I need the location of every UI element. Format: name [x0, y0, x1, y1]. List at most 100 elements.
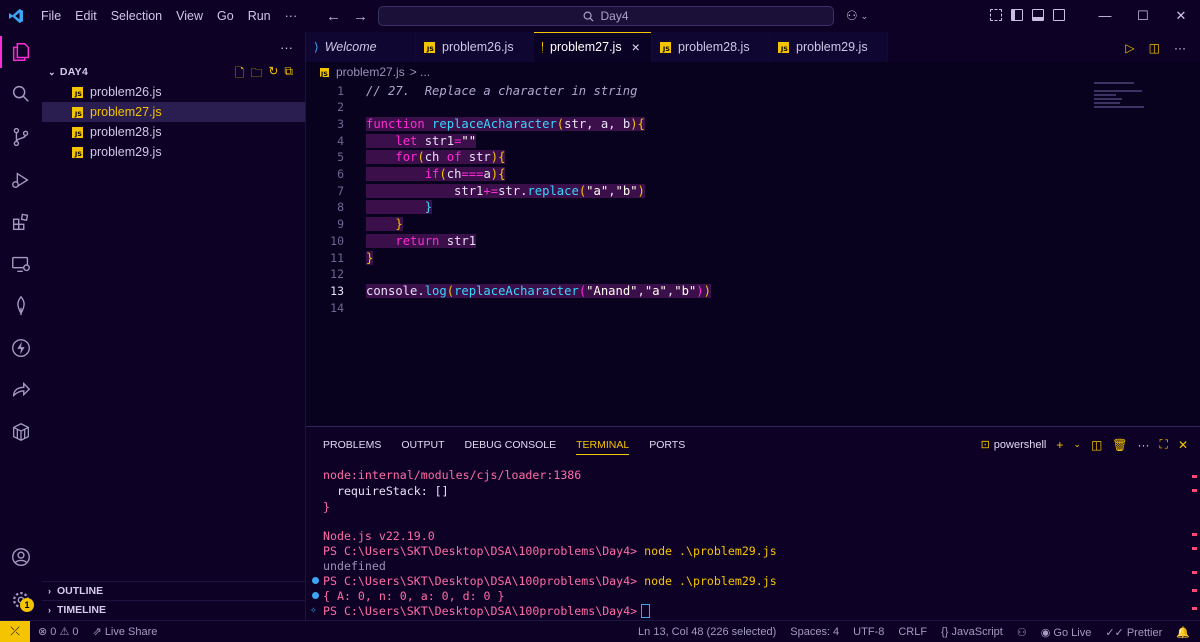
file-item[interactable]: JS problem27.js — [42, 102, 305, 122]
js-file-icon: JS — [72, 126, 83, 138]
cursor-position[interactable]: Ln 13, Col 48 (226 selected) — [638, 626, 776, 638]
line-number: 6 — [337, 167, 344, 181]
live-share-status[interactable]: ⇗ Live Share — [93, 625, 158, 638]
shell-label: powershell — [993, 438, 1047, 451]
toggle-panel-icon[interactable] — [1032, 9, 1044, 21]
timeline-section[interactable]: › TIMELINE — [42, 600, 306, 619]
command-center-search[interactable]: Day4 — [378, 6, 834, 26]
toggle-primary-sidebar-icon[interactable] — [1011, 9, 1023, 21]
tab-problem26[interactable]: JS problem26.js — [416, 32, 534, 62]
menu-edit[interactable]: Edit — [68, 0, 104, 32]
maximize-button[interactable]: ☐ — [1124, 0, 1162, 32]
explorer-icon[interactable] — [0, 32, 42, 72]
go-live-button[interactable]: ◉ Go Live — [1041, 626, 1092, 639]
add-terminal-icon[interactable]: + — [1056, 438, 1063, 452]
mongodb-leaf-icon[interactable] — [0, 286, 42, 326]
file-label: problem29.js — [90, 145, 162, 159]
terminal-prompt: PS C:\Users\SKT\Desktop\DSA\100problems\… — [323, 543, 638, 558]
split-terminal-icon[interactable]: ◫ — [1091, 438, 1102, 452]
extensions-icon[interactable] — [0, 202, 42, 242]
terminal-shell-selector[interactable]: ⊡ powershell — [981, 438, 1047, 452]
close-window-button[interactable]: ✕ — [1162, 0, 1200, 32]
tab-label: problem29.js — [796, 40, 868, 54]
copilot-button[interactable]: ⚇ ⌄ — [846, 0, 868, 32]
customize-layout-icon[interactable] — [990, 9, 1002, 21]
terminal-command: node .\problem29.js — [644, 573, 777, 588]
run-and-debug-icon[interactable] — [0, 160, 42, 200]
new-file-icon[interactable]: 🗋 — [235, 64, 245, 85]
close-panel-icon[interactable]: ✕ — [1178, 438, 1188, 452]
tab-problem28[interactable]: JS problem28.js — [652, 32, 770, 62]
prettier-status[interactable]: ✓✓ Prettier — [1105, 626, 1162, 639]
menu-view[interactable]: View — [169, 0, 210, 32]
file-item[interactable]: JS problem28.js — [42, 122, 305, 142]
js-file-icon: JS — [660, 41, 671, 53]
tab-welcome[interactable]: ⟩ Welcome — [306, 32, 416, 62]
chevron-down-icon: ⌄ — [860, 10, 869, 21]
tab-debug-console[interactable]: DEBUG CONSOLE — [465, 439, 557, 451]
containers-icon[interactable] — [0, 412, 42, 452]
new-folder-icon[interactable]: 🗀 — [250, 64, 262, 85]
collapse-all-icon[interactable]: ⧉ — [284, 64, 293, 85]
trash-icon[interactable]: 🗑 — [1112, 438, 1127, 452]
tab-problem27[interactable]: JS problem27.js × — [534, 32, 652, 62]
code-line: for(ch of str){ — [366, 150, 506, 165]
menu-selection[interactable]: Selection — [104, 0, 169, 32]
line-number: 11 — [330, 250, 344, 265]
explorer-more-button[interactable]: ··· — [280, 40, 293, 55]
split-editor-icon[interactable]: ◫ — [1149, 41, 1160, 55]
toggle-secondary-sidebar-icon[interactable] — [1053, 9, 1065, 21]
live-share-icon[interactable] — [0, 370, 42, 410]
file-label: problem27.js — [90, 105, 162, 119]
breadcrumb-file[interactable]: problem27.js — [336, 65, 405, 79]
source-control-icon[interactable] — [0, 117, 42, 157]
status-right: Ln 13, Col 48 (226 selected) Spaces: 4 U… — [638, 621, 1190, 642]
code-line: console.log(replaceAcharacter("Anand","a… — [366, 283, 711, 298]
update-badge: 1 — [20, 598, 34, 612]
outline-section[interactable]: › OUTLINE — [42, 581, 306, 600]
accounts-icon[interactable] — [0, 537, 42, 577]
breadcrumb-rest[interactable]: > ... — [410, 65, 430, 79]
run-icon[interactable]: ▷ — [1125, 41, 1134, 55]
forward-arrow-icon[interactable]: → — [353, 8, 368, 25]
search-icon[interactable] — [0, 74, 42, 114]
file-item[interactable]: JS problem29.js — [42, 142, 305, 162]
code-editor[interactable]: 1// 27. Replace a character in string 2 … — [306, 82, 1200, 426]
tab-problem29[interactable]: JS problem29.js — [770, 32, 888, 62]
menu-more[interactable]: ··· — [278, 0, 305, 32]
tab-ports[interactable]: PORTS — [649, 439, 685, 451]
js-file-icon: JS — [320, 67, 329, 77]
tab-terminal[interactable]: TERMINAL — [576, 439, 630, 455]
problems-status[interactable]: ⊗ 0 ⚠ 0 — [38, 625, 79, 638]
more-actions-icon[interactable]: ··· — [1138, 438, 1150, 452]
maximize-panel-icon[interactable]: ⛶ — [1160, 437, 1168, 452]
tab-problems[interactable]: PROBLEMS — [323, 439, 381, 451]
tab-output[interactable]: OUTPUT — [401, 439, 444, 451]
live-share-icon: ⇗ — [92, 626, 102, 638]
more-actions-icon[interactable]: ··· — [1174, 41, 1186, 55]
close-icon[interactable]: × — [632, 39, 640, 55]
file-label: problem26.js — [90, 85, 162, 99]
minimize-button[interactable]: — — [1086, 0, 1124, 32]
code-line: if(ch===a){ — [366, 167, 506, 181]
back-arrow-icon[interactable]: ← — [326, 8, 341, 25]
menu-file[interactable]: File — [34, 0, 68, 32]
terminal-scrollbar[interactable] — [1192, 467, 1198, 617]
remote-indicator-icon[interactable]: ⤫ — [0, 620, 30, 642]
notifications-bell-icon[interactable]: 🔔 — [1176, 626, 1190, 639]
remote-explorer-icon[interactable] — [0, 244, 42, 284]
language-mode[interactable]: {} JavaScript — [941, 626, 1003, 638]
minimap[interactable] — [1094, 82, 1164, 112]
refresh-icon[interactable]: ↻ — [268, 64, 278, 85]
chevron-down-icon: ⌄ — [48, 66, 56, 77]
menu-go[interactable]: Go — [210, 0, 241, 32]
end-of-line[interactable]: CRLF — [898, 626, 927, 638]
indentation[interactable]: Spaces: 4 — [790, 626, 839, 638]
thunder-client-icon[interactable] — [0, 328, 42, 368]
file-item[interactable]: JS problem26.js — [42, 82, 305, 102]
command-success-dot-icon — [312, 577, 319, 584]
copilot-status-icon[interactable]: ⚇ — [1017, 626, 1027, 639]
menu-run[interactable]: Run — [241, 0, 278, 32]
chevron-down-icon[interactable]: ⌄ — [1073, 439, 1081, 450]
encoding[interactable]: UTF-8 — [853, 626, 884, 638]
